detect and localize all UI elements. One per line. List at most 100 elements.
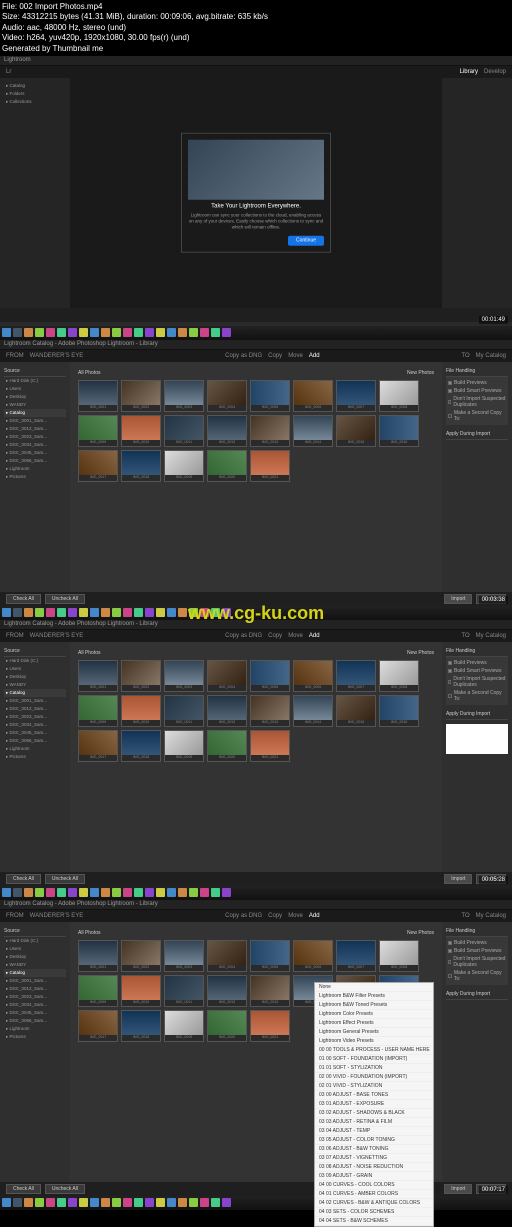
photo-thumbnail[interactable]: IMG_0006 — [293, 940, 333, 972]
folder-tree-item[interactable]: ▸ DSC_0012_Sam... — [4, 985, 66, 993]
tb-app-icon[interactable] — [24, 328, 33, 337]
folder-tree-item[interactable]: ▸ Pictures — [4, 473, 66, 481]
tb-app-icon[interactable] — [145, 608, 154, 617]
photo-thumbnail[interactable]: IMG_0018 — [121, 450, 161, 482]
import-option-check[interactable]: Make a Second Copy To: — [448, 969, 506, 983]
tb-app-icon[interactable] — [222, 328, 231, 337]
tb-app-icon[interactable] — [167, 608, 176, 617]
folder-tree-item[interactable]: ▸ DSC_0012_Sam... — [4, 425, 66, 433]
preset-menu-item[interactable]: 03 04 ADJUST - TEMP — [315, 1127, 433, 1136]
photo-thumbnail[interactable]: IMG_0008 — [379, 380, 419, 412]
import-option-check[interactable]: Build Previews — [448, 939, 506, 947]
photo-thumbnail[interactable]: IMG_0009 — [78, 975, 118, 1007]
folder-tree-item[interactable]: ▸ WANDY — [4, 961, 66, 969]
new-photos-label[interactable]: New Photos — [407, 370, 434, 376]
photo-thumbnail[interactable]: IMG_0009 — [78, 415, 118, 447]
preset-menu-item[interactable]: Lightroom Color Presets — [315, 1010, 433, 1019]
photo-thumbnail[interactable]: IMG_0021 — [250, 730, 290, 762]
photo-thumbnail[interactable]: IMG_0020 — [207, 450, 247, 482]
photo-thumbnail[interactable]: IMG_0021 — [250, 1010, 290, 1042]
preset-menu-item[interactable]: 02 01 VIVID - STYLIZATION — [315, 1082, 433, 1091]
photo-thumbnail[interactable]: IMG_0004 — [207, 940, 247, 972]
tb-app-icon[interactable] — [101, 328, 110, 337]
preset-menu-item[interactable]: Lightroom Effect Presets — [315, 1019, 433, 1028]
photo-thumbnail[interactable]: IMG_0005 — [250, 660, 290, 692]
photo-thumbnail[interactable]: IMG_0012 — [207, 695, 247, 727]
folder-tree-item[interactable]: ▸ Lightroom — [4, 1025, 66, 1033]
catalog-name[interactable]: My Catalog — [476, 353, 506, 359]
check-all-button[interactable]: Check All — [6, 594, 41, 604]
photo-thumbnail[interactable]: IMG_0010 — [121, 975, 161, 1007]
photo-thumbnail[interactable]: IMG_0014 — [293, 695, 333, 727]
start-icon[interactable] — [2, 328, 11, 337]
tb-app-icon[interactable] — [211, 328, 220, 337]
import-option-check[interactable]: Don't Import Suspected Duplicates — [448, 675, 506, 689]
import-mode[interactable]: Copy — [268, 353, 282, 359]
photo-thumbnail[interactable]: IMG_0015 — [336, 415, 376, 447]
preset-menu-item[interactable]: Lightroom Video Presets — [315, 1037, 433, 1046]
photo-thumbnail[interactable]: IMG_0001 — [78, 940, 118, 972]
tb-app-icon[interactable] — [112, 328, 121, 337]
preset-menu-item[interactable]: 03 09 ADJUST - GRAIN — [315, 1172, 433, 1181]
folder-tree-item[interactable]: ▸ Lightroom — [4, 465, 66, 473]
photo-thumbnail[interactable]: IMG_0003 — [164, 940, 204, 972]
import-button[interactable]: Import — [444, 594, 472, 604]
preset-menu-item[interactable]: 04 03 SETS - COLOR SCHEMES — [315, 1208, 433, 1217]
import-mode[interactable]: Move — [288, 353, 303, 359]
import-mode[interactable]: Copy as DNG — [225, 353, 262, 359]
uncheck-all-button[interactable]: Uncheck All — [45, 594, 85, 604]
preset-menu-item[interactable]: 03 01 ADJUST - EXPOSURE — [315, 1100, 433, 1109]
photo-thumbnail[interactable]: IMG_0012 — [207, 415, 247, 447]
preset-menu-item[interactable]: 03 03 ADJUST - RETINA & FILM — [315, 1118, 433, 1127]
photo-thumbnail[interactable]: IMG_0013 — [250, 415, 290, 447]
tb-app-icon[interactable] — [101, 608, 110, 617]
preset-menu-item[interactable]: 03 06 ADJUST - B&W TONING — [315, 1145, 433, 1154]
folder-tree-item[interactable]: ▸ Desktop — [4, 953, 66, 961]
photo-thumbnail[interactable]: IMG_0017 — [78, 450, 118, 482]
tb-app-icon[interactable] — [123, 328, 132, 337]
tb-app-icon[interactable] — [79, 608, 88, 617]
folder-tree-item[interactable]: ▸ DSC_0001_Sam... — [4, 697, 66, 705]
photo-thumbnail[interactable]: IMG_0003 — [164, 380, 204, 412]
tb-app-icon[interactable] — [79, 328, 88, 337]
module-library[interactable]: Library — [460, 69, 478, 75]
preset-menu-item[interactable]: 04 02 CURVES - B&W & ANTIQUE COLORS — [315, 1199, 433, 1208]
photo-thumbnail[interactable]: IMG_0006 — [293, 660, 333, 692]
preset-menu-item[interactable]: 00 00 TOOLS & PROCESS - USER NAME HERE — [315, 1046, 433, 1055]
tb-app-icon[interactable] — [13, 328, 22, 337]
photo-thumbnail[interactable]: IMG_0018 — [121, 730, 161, 762]
folder-tree-item[interactable]: ▸ Desktop — [4, 393, 66, 401]
folder-tree-item[interactable]: ▸ DSC_0045_Sam... — [4, 449, 66, 457]
tb-app-icon[interactable] — [156, 328, 165, 337]
folder-tree-item[interactable]: ▸ DSC_0034_Sam... — [4, 441, 66, 449]
folder-tree-item[interactable]: ▸ Hard Disk (C:) — [4, 377, 66, 385]
folder-tree-item[interactable]: ▸ Lightroom — [4, 745, 66, 753]
photo-thumbnail[interactable]: IMG_0002 — [121, 940, 161, 972]
preset-menu-item[interactable]: Lightroom General Presets — [315, 1028, 433, 1037]
preset-menu-item[interactable]: 03 07 ADJUST - VIGNETTING — [315, 1154, 433, 1163]
import-option-check[interactable]: Build Previews — [448, 659, 506, 667]
preset-menu-item[interactable]: 04 01 CURVES - AMBER COLORS — [315, 1190, 433, 1199]
photo-thumbnail[interactable]: IMG_0017 — [78, 1010, 118, 1042]
preset-menu-item[interactable]: None — [315, 983, 433, 992]
photo-thumbnail[interactable]: IMG_0003 — [164, 660, 204, 692]
folder-tree-item[interactable]: ▸ DSC_0001_Sam... — [4, 977, 66, 985]
tb-app-icon[interactable] — [123, 608, 132, 617]
file-handling-title[interactable]: File Handling — [446, 366, 508, 377]
folder-tree-item[interactable]: ▸ Catalog — [4, 969, 66, 977]
folder-tree-item[interactable]: ▸ Pictures — [4, 1033, 66, 1041]
folder-tree-item[interactable]: ▸ DSC_0012_Sam... — [4, 705, 66, 713]
preset-menu-item[interactable]: 03 08 ADJUST - NOISE REDUCTION — [315, 1163, 433, 1172]
photo-thumbnail[interactable]: IMG_0010 — [121, 695, 161, 727]
photo-thumbnail[interactable]: IMG_0013 — [250, 695, 290, 727]
photo-thumbnail[interactable]: IMG_0018 — [121, 1010, 161, 1042]
tb-app-icon[interactable] — [178, 608, 187, 617]
tb-app-icon[interactable] — [200, 328, 209, 337]
start-icon[interactable] — [2, 1198, 11, 1207]
photo-thumbnail[interactable]: IMG_0011 — [164, 415, 204, 447]
folder-tree-item[interactable]: ▸ WANDY — [4, 401, 66, 409]
photo-thumbnail[interactable]: IMG_0004 — [207, 380, 247, 412]
folder-tree-item[interactable]: ▸ Users — [4, 665, 66, 673]
photo-thumbnail[interactable]: IMG_0002 — [121, 380, 161, 412]
photo-thumbnail[interactable]: IMG_0001 — [78, 380, 118, 412]
